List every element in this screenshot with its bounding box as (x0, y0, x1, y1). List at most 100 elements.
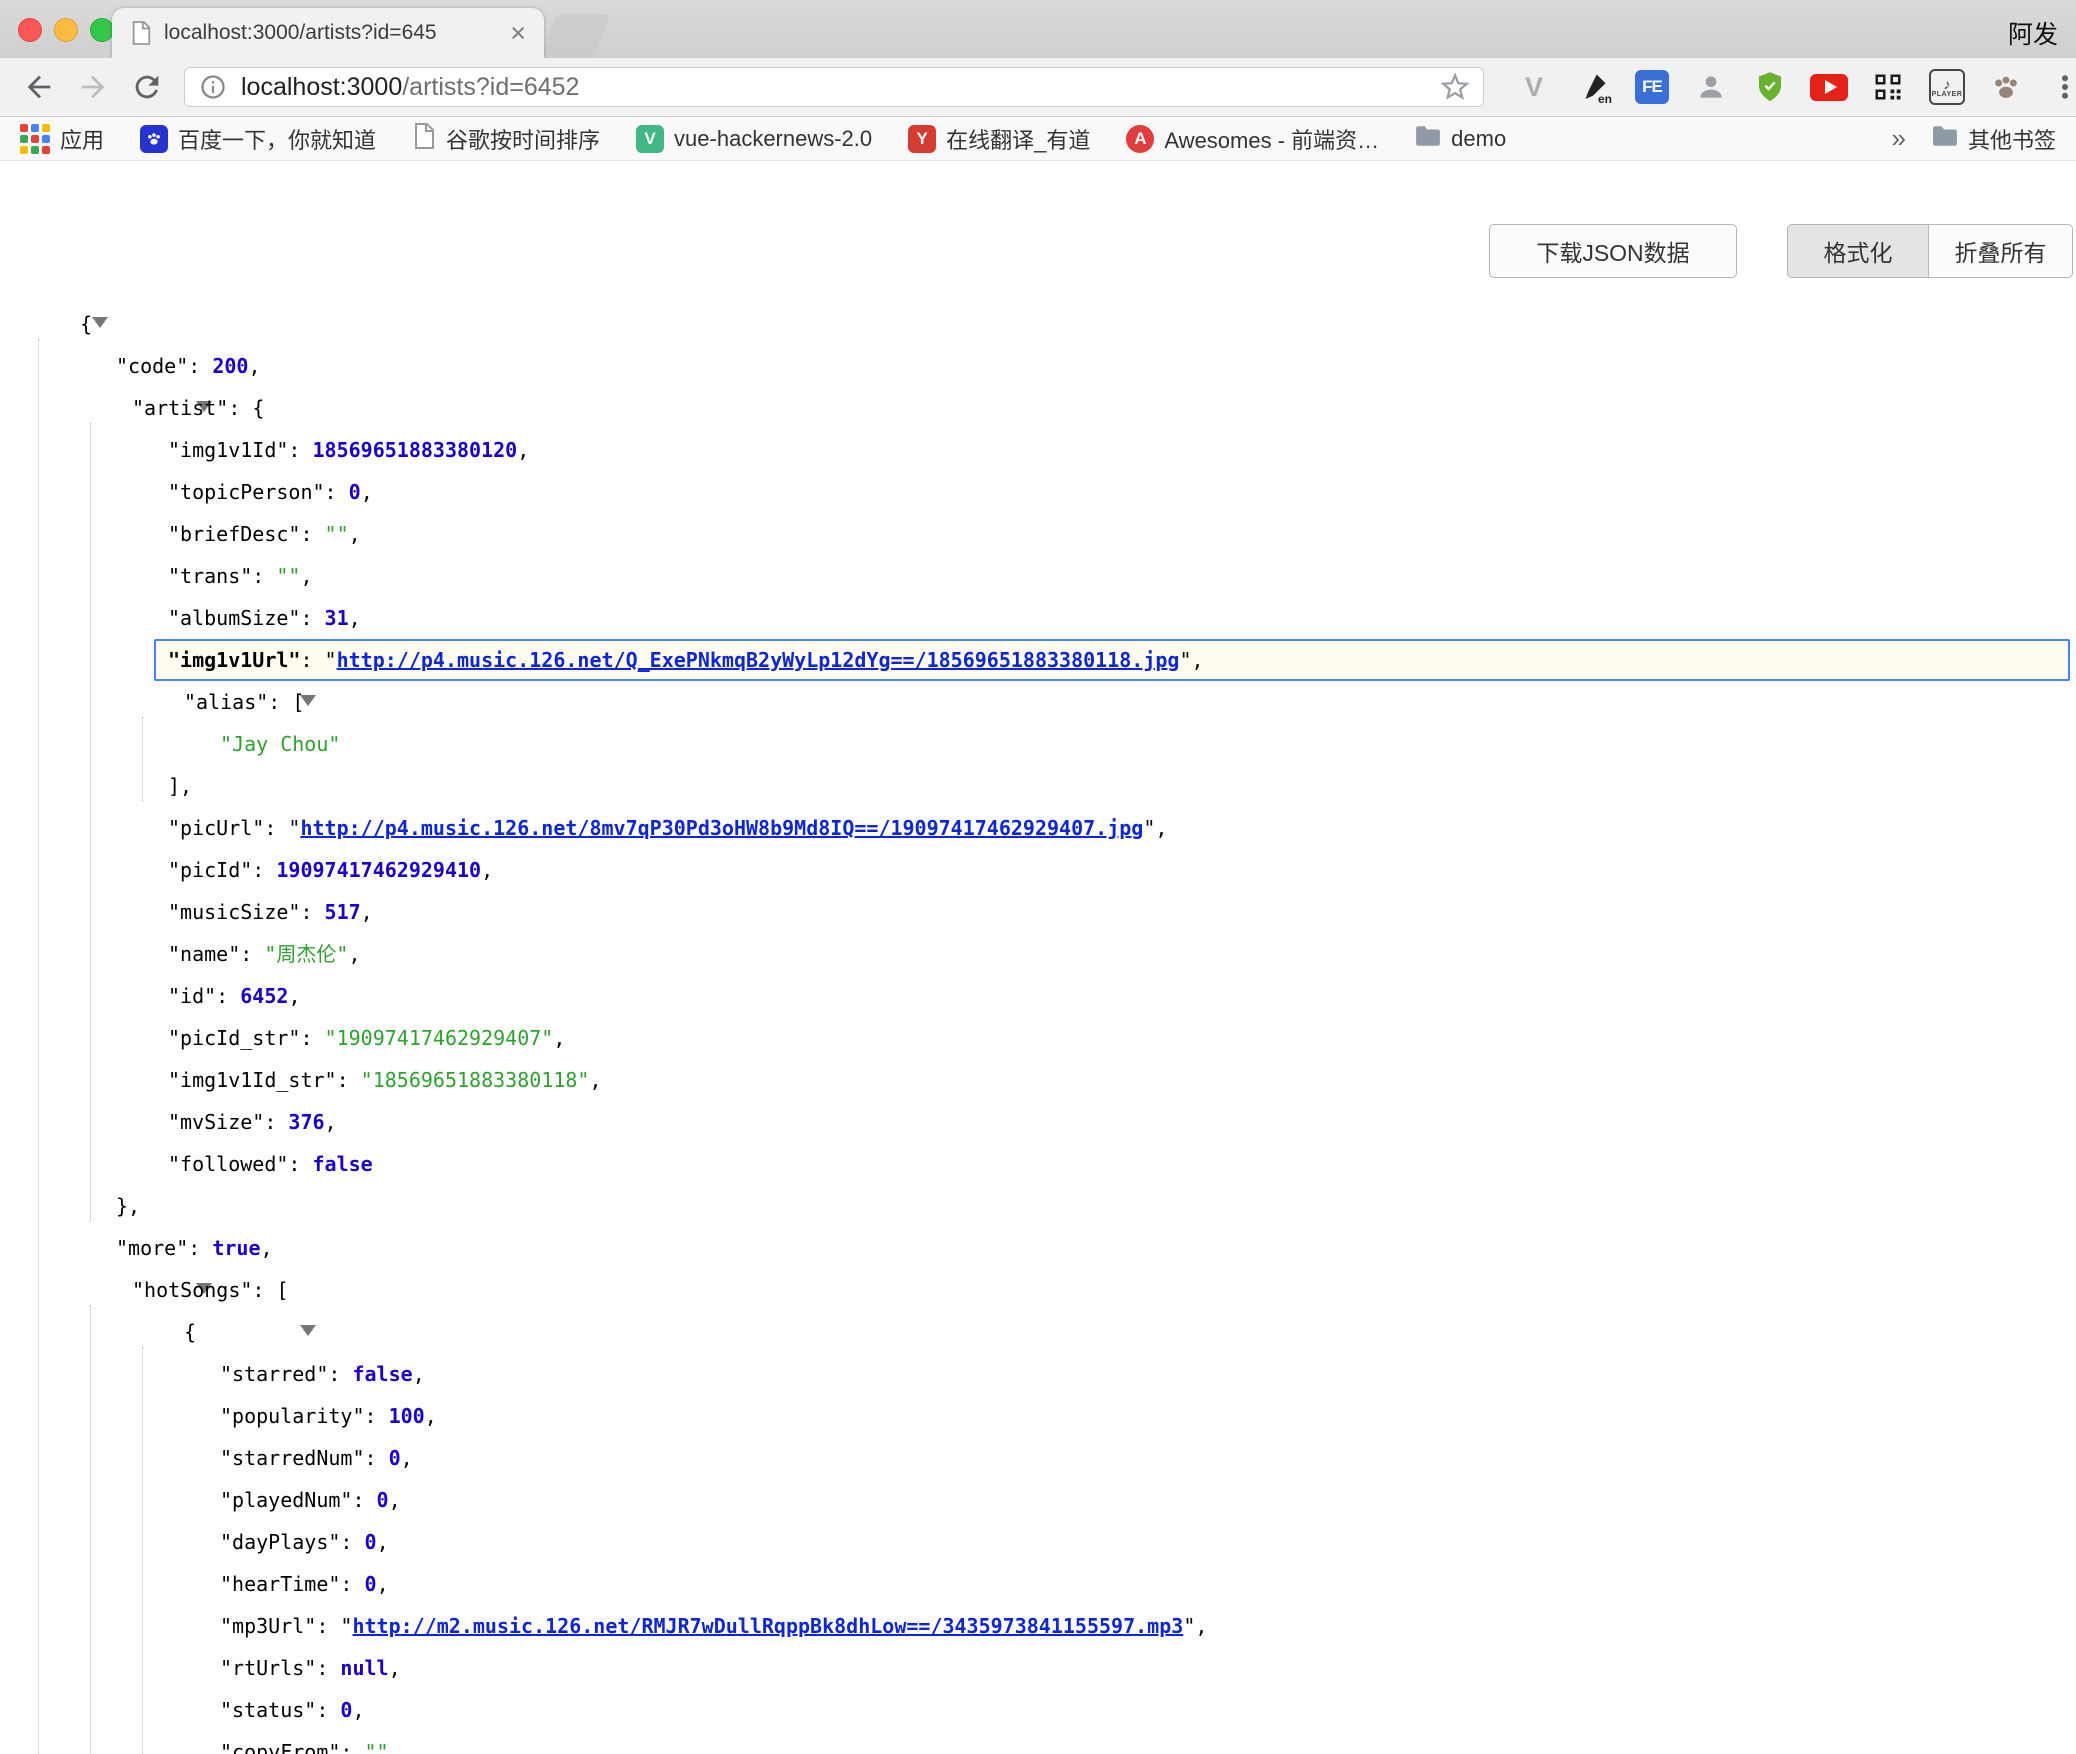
json-punctuation: , (517, 438, 529, 462)
bookmark-item-vue-hackernews[interactable]: V vue-hackernews-2.0 (636, 125, 872, 153)
profile-icon[interactable] (1691, 65, 1731, 109)
json-punctuation: , (389, 1740, 401, 1754)
paw-icon[interactable] (1986, 65, 2026, 109)
other-bookmarks-label: 其他书签 (1968, 123, 2056, 155)
fe-extension-icon[interactable]: FE (1632, 65, 1672, 109)
json-number: 0 (365, 1530, 377, 1554)
download-json-button[interactable]: 下载JSON数据 (1489, 224, 1737, 278)
json-line: "picUrl": "http://p4.music.126.net/8mv7q… (0, 807, 2076, 849)
reload-button[interactable] (120, 60, 174, 114)
bookmark-item-youdao[interactable]: Y 在线翻译_有道 (908, 123, 1090, 155)
json-key: "musicSize" (168, 900, 300, 924)
url-bar[interactable]: localhost:3000/artists?id=6452 (184, 67, 1484, 107)
other-bookmarks-folder[interactable]: 其他书签 (1932, 123, 2056, 155)
json-punctuation: " (288, 816, 300, 840)
translate-pen-icon[interactable]: en (1573, 65, 1613, 109)
music-player-icon[interactable]: ♪PLAYER (1927, 65, 1967, 109)
tab-close-icon[interactable]: × (510, 20, 526, 47)
json-key: "popularity" (220, 1404, 365, 1428)
json-url-link[interactable]: http://p4.music.126.net/Q_ExePNkmqB2yWyL… (337, 648, 1180, 672)
json-punctuation: " (340, 1614, 352, 1638)
json-line: "more": true, (0, 1227, 2076, 1269)
folder-icon (1932, 125, 1958, 153)
bookmark-item-google-sort[interactable]: 谷歌按时间排序 (412, 123, 600, 155)
bookmark-item-baidu[interactable]: 百度一下，你就知道 (140, 123, 376, 155)
youtube-icon[interactable] (1809, 65, 1849, 109)
json-number: 19097417462929410 (276, 858, 481, 882)
json-punctuation: : (252, 858, 276, 882)
adguard-shield-icon[interactable] (1750, 65, 1790, 109)
browser-tab[interactable]: localhost:3000/artists?id=645 × (112, 8, 544, 58)
json-punctuation: , (261, 1236, 273, 1260)
json-key: "status" (220, 1698, 316, 1722)
forward-button[interactable] (66, 60, 120, 114)
json-key: "rtUrls" (220, 1656, 316, 1680)
apps-shortcut[interactable]: 应用 (20, 123, 104, 155)
json-number: 6452 (240, 984, 288, 1008)
qr-code-icon[interactable] (1868, 65, 1908, 109)
collapse-toggle-icon[interactable] (300, 1325, 316, 1360)
json-punctuation: { (252, 396, 264, 420)
json-punctuation: : (325, 480, 349, 504)
baidu-favicon (140, 125, 168, 153)
json-url-link[interactable]: http://p4.music.126.net/8mv7qP30Pd3oHW8b… (300, 816, 1143, 840)
collapse-toggle-icon[interactable] (92, 317, 108, 352)
json-key: "copyFrom" (220, 1740, 340, 1754)
json-punctuation: : (188, 354, 212, 378)
json-punctuation: : (264, 816, 288, 840)
json-key: "img1v1Id" (168, 438, 288, 462)
json-line: ], (0, 765, 2076, 807)
format-button[interactable]: 格式化 (1787, 224, 1929, 278)
minimize-window-button[interactable] (54, 18, 78, 42)
json-punctuation: : (240, 942, 264, 966)
json-boolean: true (212, 1236, 260, 1260)
json-punctuation: , (288, 984, 300, 1008)
json-key: "hearTime" (220, 1572, 340, 1596)
new-tab-button[interactable] (539, 14, 611, 58)
bookmark-item-demo-folder[interactable]: demo (1415, 125, 1506, 153)
url-host: localhost:3000 (241, 73, 402, 101)
close-window-button[interactable] (18, 18, 42, 42)
json-punctuation: , (389, 1656, 401, 1680)
json-punctuation: : (300, 1026, 324, 1050)
json-null: null (340, 1656, 388, 1680)
browser-window: localhost:3000/artists?id=645 × 阿发 local… (0, 0, 2076, 1754)
json-punctuation: ], (168, 774, 192, 798)
zoom-window-button[interactable] (90, 18, 114, 42)
bookmark-item-awesomes[interactable]: A Awesomes - 前端资… (1126, 123, 1379, 155)
browser-menu-icon[interactable] (2045, 65, 2076, 109)
json-key: "starred" (220, 1362, 328, 1386)
json-punctuation: { (80, 312, 92, 336)
json-line: "artist": { (0, 387, 2076, 429)
back-button[interactable] (12, 60, 66, 114)
json-key: "picUrl" (168, 816, 264, 840)
json-line: "id": 6452, (0, 975, 2076, 1017)
json-number: 517 (325, 900, 361, 924)
bookmark-star-icon[interactable] (1441, 73, 1469, 101)
browser-profile-name[interactable]: 阿发 (2008, 15, 2058, 51)
json-key: "picId" (168, 858, 252, 882)
json-url-link[interactable]: http://m2.music.126.net/RMJR7wDullRqppBk… (352, 1614, 1183, 1638)
page-info-icon[interactable] (199, 73, 227, 101)
json-number: 0 (389, 1446, 401, 1470)
json-string: "" (276, 564, 300, 588)
json-key: "picId_str" (168, 1026, 300, 1050)
json-line: "img1v1Url": "http://p4.music.126.net/Q_… (0, 639, 2076, 681)
json-key: "img1v1Id_str" (168, 1068, 337, 1092)
json-string: "19097417462929407" (325, 1026, 554, 1050)
collapse-all-button[interactable]: 折叠所有 (1929, 224, 2073, 278)
json-punctuation: , (389, 1488, 401, 1512)
json-line: "copyFrom": "", (0, 1731, 2076, 1754)
bookmarks-overflow-chevron[interactable]: » (1892, 123, 1906, 154)
json-punctuation: : (228, 396, 252, 420)
json-line: "followed": false (0, 1143, 2076, 1185)
json-key: "albumSize" (168, 606, 300, 630)
json-punctuation: : (300, 522, 324, 546)
json-punctuation: , (361, 900, 373, 924)
vue-devtools-icon[interactable]: V (1514, 65, 1554, 109)
json-punctuation: : (252, 1278, 276, 1302)
json-punctuation: : (252, 564, 276, 588)
json-punctuation: , (352, 1698, 364, 1722)
navigation-bar: localhost:3000/artists?id=6452 V en FE ♪… (0, 58, 2076, 117)
json-key: "trans" (168, 564, 252, 588)
